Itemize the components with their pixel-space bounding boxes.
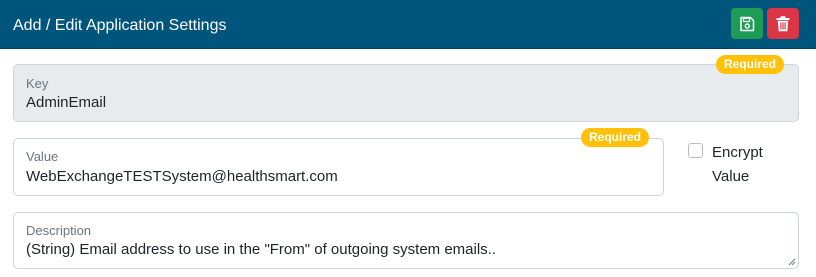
application-settings-panel: Add / Edit Application Settings Key Admi… xyxy=(0,0,816,277)
value-field[interactable]: Value WebExchangeTESTSystem@healthsmart.… xyxy=(13,138,664,196)
page-title: Add / Edit Application Settings xyxy=(13,17,227,34)
panel-header: Add / Edit Application Settings xyxy=(0,0,816,49)
key-value: AdminEmail xyxy=(26,94,107,111)
value-input[interactable]: WebExchangeTESTSystem@healthsmart.com xyxy=(26,168,338,186)
delete-button[interactable] xyxy=(767,8,799,39)
key-required-badge: Required xyxy=(716,55,785,74)
description-textarea[interactable]: (String) Email address to use in the "Fr… xyxy=(26,241,496,259)
resize-grip-icon[interactable] xyxy=(788,258,796,266)
value-required-badge: Required xyxy=(581,128,650,147)
key-field: Key AdminEmail xyxy=(13,64,799,122)
description-field[interactable]: Description (String) Email address to us… xyxy=(13,212,799,269)
key-label: Key xyxy=(26,76,49,91)
encrypt-label[interactable]: Encrypt Value xyxy=(712,141,782,189)
value-label: Value xyxy=(26,149,59,164)
encrypt-checkbox[interactable] xyxy=(688,143,703,158)
save-button[interactable] xyxy=(731,8,763,39)
trash-icon xyxy=(776,15,790,31)
floppy-disk-icon xyxy=(740,16,755,31)
description-label: Description xyxy=(26,223,92,238)
